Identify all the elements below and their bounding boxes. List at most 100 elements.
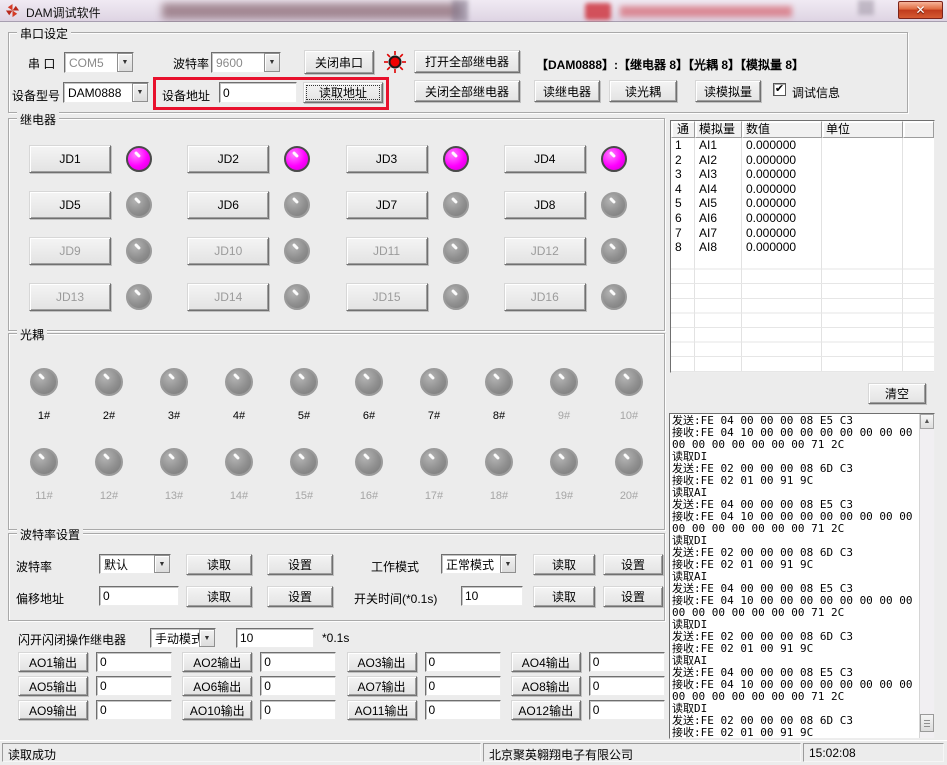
relay-toggle-button[interactable]: JD2 (187, 145, 269, 173)
relay-toggle-button[interactable]: JD8 (504, 191, 586, 219)
opto-channel-label: 16# (360, 490, 378, 502)
log-line: 接收:FE 02 01 00 91 9C (672, 643, 918, 655)
relay-cell: JD2 (179, 143, 337, 189)
analog-output-value-input[interactable] (96, 676, 172, 696)
relay-cell: JD8 (496, 189, 654, 235)
analog-output-button[interactable]: AO7输出 (347, 676, 417, 696)
opto-channel: 4# (218, 368, 260, 422)
analog-output-button[interactable]: AO5输出 (18, 676, 88, 696)
log-scrollbar[interactable]: ▲ (919, 414, 934, 738)
opto-channel-label: 6# (363, 410, 375, 422)
workmode-set-button[interactable]: 设置 (603, 554, 663, 575)
analog-output-cell: AO11输出 (337, 700, 501, 724)
relay-state-led (443, 146, 469, 172)
analog-output-value-input[interactable] (589, 652, 665, 672)
close-all-relays-button[interactable]: 关闭全部继电器 (414, 80, 520, 102)
analog-output-button[interactable]: AO1输出 (18, 652, 88, 672)
device-address-input[interactable] (219, 82, 297, 103)
background-house-icon (585, 3, 611, 20)
analog-output-value-input[interactable] (589, 676, 665, 696)
relay-toggle-button[interactable]: JD13 (29, 283, 111, 311)
background-window-artifact (858, 0, 874, 15)
analog-output-button[interactable]: AO2输出 (182, 652, 252, 672)
debug-info-checkbox[interactable]: ✔ (773, 83, 786, 96)
baud-read-button[interactable]: 读取 (186, 554, 252, 575)
analog-output-button[interactable]: AO6输出 (182, 676, 252, 696)
relay-toggle-button[interactable]: JD12 (504, 237, 586, 265)
relay-cell: JD9 (21, 235, 179, 281)
analog-output-button[interactable]: AO12输出 (511, 700, 581, 720)
cell-analog: AI5 (695, 196, 742, 211)
statusbar: 读取成功 北京聚英翱翔电子有限公司 15:02:08 (0, 740, 947, 763)
relay-state-led (601, 284, 627, 310)
read-opto-button[interactable]: 读光耦 (609, 80, 677, 102)
baud-select[interactable]: 默认 ▼ (99, 554, 171, 574)
opto-channel: 2# (88, 368, 130, 422)
offset-address-label: 偏移地址 (16, 590, 64, 607)
relay-toggle-button[interactable]: JD5 (29, 191, 111, 219)
relay-cell: JD7 (338, 189, 496, 235)
relay-toggle-button[interactable]: JD15 (346, 283, 428, 311)
analog-output-value-input[interactable] (425, 700, 501, 720)
cell-analog: AI6 (695, 211, 742, 226)
analog-output-button[interactable]: AO8输出 (511, 676, 581, 696)
offset-set-button[interactable]: 设置 (267, 586, 333, 607)
relay-toggle-button[interactable]: JD4 (504, 145, 586, 173)
baudrate-select[interactable]: 9600 ▼ (211, 52, 281, 73)
analog-output-value-input[interactable] (425, 652, 501, 672)
switch-time-read-button[interactable]: 读取 (533, 586, 595, 607)
analog-output-cell: AO5输出 (8, 676, 172, 700)
analog-output-value-input[interactable] (589, 700, 665, 720)
close-button[interactable]: ✕ (898, 1, 943, 19)
offset-address-input[interactable] (99, 586, 179, 606)
opto-group-label: 光耦 (17, 326, 47, 343)
relay-toggle-button[interactable]: JD11 (346, 237, 428, 265)
flash-time-input[interactable] (236, 628, 314, 648)
scrollbar-thumb[interactable] (920, 714, 934, 732)
relay-toggle-button[interactable]: JD6 (187, 191, 269, 219)
baud-set-button[interactable]: 设置 (267, 554, 333, 575)
analog-output-value-input[interactable] (260, 700, 336, 720)
analog-output-button[interactable]: AO4输出 (511, 652, 581, 672)
analog-output-cell: AO8输出 (501, 676, 665, 700)
analog-output-button[interactable]: AO11输出 (347, 700, 417, 720)
relay-toggle-button[interactable]: JD3 (346, 145, 428, 173)
analog-output-value-input[interactable] (425, 676, 501, 696)
baudrate-label: 波特率 (173, 55, 209, 72)
com-port-select[interactable]: COM5 ▼ (64, 52, 134, 73)
background-window-artifact (452, 0, 468, 22)
device-model-select[interactable]: DAM0888 ▼ (63, 82, 149, 103)
opto-channel: 13# (153, 448, 195, 502)
relay-toggle-button[interactable]: JD10 (187, 237, 269, 265)
close-port-button[interactable]: 关闭串口 (304, 50, 374, 74)
analog-output-button[interactable]: AO3输出 (347, 652, 417, 672)
open-all-relays-button[interactable]: 打开全部继电器 (414, 50, 520, 73)
relay-toggle-button[interactable]: JD16 (504, 283, 586, 311)
analog-output-value-input[interactable] (96, 700, 172, 720)
analog-output-value-input[interactable] (260, 676, 336, 696)
clear-log-button[interactable]: 清空 (868, 383, 926, 404)
workmode-read-button[interactable]: 读取 (533, 554, 595, 575)
relay-toggle-button[interactable]: JD14 (187, 283, 269, 311)
analog-output-button[interactable]: AO9输出 (18, 700, 88, 720)
flash-mode-select[interactable]: 手动模式 ▼ (150, 628, 216, 648)
read-address-button[interactable]: 读取地址 (303, 82, 383, 103)
offset-read-button[interactable]: 读取 (186, 586, 252, 607)
relay-toggle-button[interactable]: JD1 (29, 145, 111, 173)
analog-output-value-input[interactable] (260, 652, 336, 672)
switch-time-set-button[interactable]: 设置 (603, 586, 663, 607)
relay-toggle-button[interactable]: JD7 (346, 191, 428, 219)
opto-state-led (615, 368, 643, 396)
relay-toggle-button[interactable]: JD9 (29, 237, 111, 265)
analog-output-value-input[interactable] (96, 652, 172, 672)
read-relay-button[interactable]: 读继电器 (534, 80, 600, 102)
analog-output-button[interactable]: AO10输出 (182, 700, 252, 720)
switch-time-input[interactable] (461, 586, 523, 606)
cell-unit (822, 138, 903, 153)
read-analog-button[interactable]: 读模拟量 (695, 80, 761, 102)
scroll-up-icon[interactable]: ▲ (920, 414, 934, 429)
opto-state-led (420, 448, 448, 476)
workmode-select[interactable]: 正常模式 ▼ (441, 554, 517, 574)
cell-analog: AI2 (695, 153, 742, 168)
opto-state-led (95, 368, 123, 396)
